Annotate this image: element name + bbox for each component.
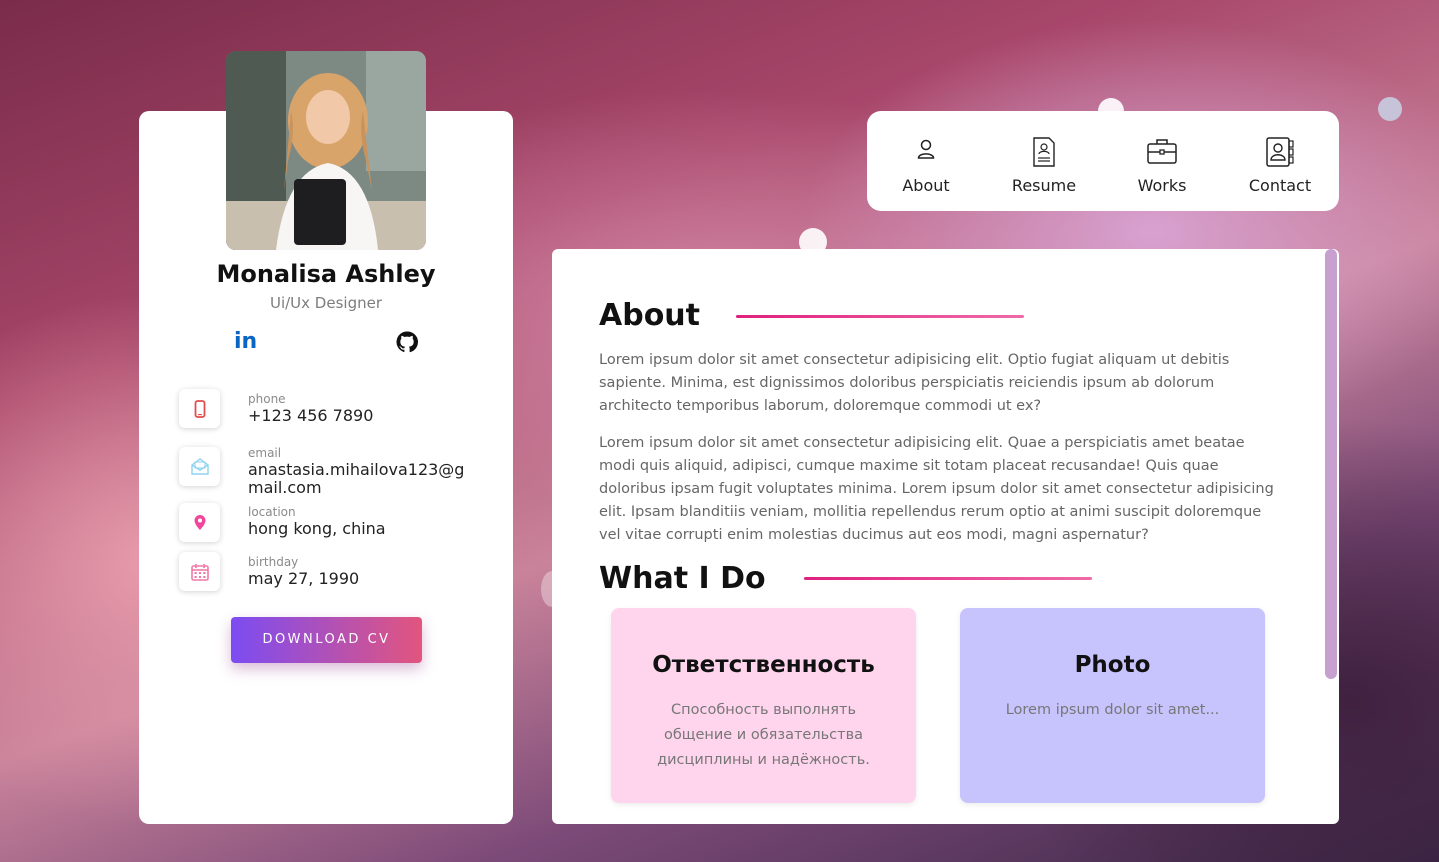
nav-item-resume[interactable]: Resume [985, 111, 1103, 211]
decorative-bubble [1378, 97, 1402, 121]
nav-item-contact[interactable]: Contact [1221, 111, 1339, 211]
profile-name: Monalisa Ashley [216, 260, 436, 288]
github-icon[interactable] [395, 330, 419, 354]
service-card: Photo Lorem ipsum dolor sit amet... [960, 608, 1265, 803]
service-title: Ответственность [652, 652, 875, 678]
contact-value: anastasia.mihailova123@gmail.com [248, 460, 465, 497]
what-i-do-title: What I Do [599, 561, 766, 596]
contact-label: birthday [248, 555, 299, 569]
contact-label: location [248, 505, 296, 519]
contact-value: may 27, 1990 [248, 569, 360, 588]
location-icon [179, 503, 220, 542]
nav-label: Resume [1011, 176, 1077, 195]
nav-item-works[interactable]: Works [1103, 111, 1221, 211]
about-paragraph: Lorem ipsum dolor sit amet consectetur a… [599, 435, 1274, 543]
nav-label: Contact [1248, 176, 1312, 195]
nav-label: Works [1137, 176, 1187, 195]
title-underline [804, 577, 1092, 580]
about-title: About [599, 298, 701, 333]
user-icon [917, 139, 935, 159]
nav-label: About [902, 176, 950, 195]
contact-value: +123 456 7890 [248, 406, 374, 425]
resume-icon [1033, 137, 1055, 167]
phone-icon [179, 389, 220, 428]
email-icon [179, 447, 220, 486]
service-card: Ответственность Способность выполнять об… [611, 608, 916, 803]
avatar [226, 51, 426, 250]
main-nav: About Resume Works Contact [867, 111, 1339, 211]
about-paragraph: Lorem ipsum dolor sit amet consectetur a… [599, 352, 1230, 414]
contact-value: hong kong, china [248, 519, 386, 538]
contact-label: email [248, 446, 282, 460]
linkedin-icon[interactable]: in [234, 330, 258, 354]
title-underline [736, 315, 1024, 318]
contact-label: phone [248, 392, 286, 406]
service-description: Способность выполнять общение и обязател… [657, 702, 870, 768]
scrollbar[interactable] [1325, 249, 1337, 679]
briefcase-icon [1147, 139, 1177, 164]
contact-book-icon [1266, 137, 1294, 167]
main-content: About Lorem ipsum dolor sit amet consect… [552, 249, 1339, 824]
profile-role: Ui/Ux Designer [269, 294, 382, 312]
download-cv-button[interactable]: DOWNLOAD CV [231, 617, 422, 663]
calendar-icon [179, 552, 220, 591]
nav-item-about[interactable]: About [867, 111, 985, 211]
service-title: Photo [1074, 652, 1151, 678]
service-description: Lorem ipsum dolor sit amet... [1005, 702, 1220, 718]
